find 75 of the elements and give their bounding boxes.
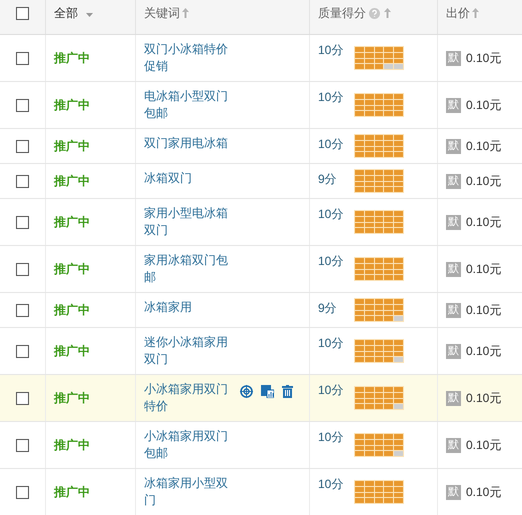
- trash-icon[interactable]: [282, 385, 293, 398]
- keyword-link[interactable]: 家用小型电冰箱双门: [144, 205, 232, 239]
- default-badge: 默: [446, 390, 461, 406]
- status-text: 推广中: [54, 138, 90, 155]
- keyword-link[interactable]: 小冰箱家用双门特价: [144, 381, 232, 415]
- status-text: 推广中: [54, 173, 90, 190]
- status-text: 推广中: [54, 390, 90, 407]
- checkbox[interactable]: [16, 98, 29, 112]
- column-header[interactable]: 关键词: [144, 4, 180, 22]
- default-badge: 默: [446, 98, 461, 112]
- keyword-link[interactable]: 迷你小冰箱家用双门: [144, 334, 232, 368]
- status-text: 推广中: [54, 302, 90, 319]
- keyword-link[interactable]: 双门家用电冰箱: [144, 135, 232, 152]
- default-badge: 默: [446, 344, 461, 358]
- score-text: 10分: [318, 42, 344, 59]
- chart-icon[interactable]: [261, 385, 274, 398]
- score-text: 10分: [318, 335, 344, 352]
- score-text: 10分: [318, 382, 344, 399]
- checkbox[interactable]: [16, 216, 29, 228]
- column-header[interactable]: 全部: [54, 4, 78, 22]
- keyword-link[interactable]: 冰箱双门: [144, 170, 232, 187]
- checkbox[interactable]: [16, 174, 29, 188]
- price-text: 0.10元: [466, 484, 502, 501]
- price-text: 0.10元: [466, 138, 502, 155]
- default-badge: 默: [446, 174, 461, 188]
- score-text: 10分: [318, 89, 344, 106]
- keyword-link[interactable]: 冰箱家用小型双门: [144, 475, 232, 509]
- checkbox[interactable]: [16, 438, 29, 452]
- default-badge: 默: [446, 214, 461, 230]
- status-text: 推广中: [54, 261, 90, 278]
- price-text: 0.10元: [466, 173, 502, 190]
- checkbox[interactable]: [16, 392, 29, 404]
- checkbox[interactable]: [16, 6, 29, 20]
- price-text: 0.10元: [466, 343, 502, 360]
- checkbox[interactable]: [16, 304, 29, 316]
- score-text: 10分: [318, 253, 344, 270]
- status-text: 推广中: [54, 484, 90, 501]
- status-text: 推广中: [54, 343, 90, 360]
- price-text: 0.10元: [466, 437, 502, 454]
- target-icon[interactable]: [240, 385, 253, 398]
- column-header[interactable]: 质量得分: [318, 4, 366, 22]
- default-badge: 默: [446, 484, 461, 500]
- default-badge: 默: [446, 262, 461, 276]
- checkbox[interactable]: [16, 344, 29, 358]
- default-badge: 默: [446, 50, 461, 66]
- score-text: 10分: [318, 206, 344, 223]
- keyword-link[interactable]: 电冰箱小型双门包邮: [144, 88, 232, 122]
- default-badge: 默: [446, 438, 461, 452]
- checkbox[interactable]: [16, 140, 29, 152]
- price-text: 0.10元: [466, 302, 502, 319]
- checkbox[interactable]: [16, 486, 29, 498]
- keyword-link[interactable]: 冰箱家用: [144, 299, 232, 316]
- status-text: 推广中: [54, 97, 90, 114]
- default-badge: 默: [446, 302, 461, 318]
- dropdown-caret-icon[interactable]: [86, 12, 93, 16]
- status-text: 推广中: [54, 437, 90, 454]
- status-text: 推广中: [54, 214, 90, 231]
- price-text: 0.10元: [466, 214, 502, 231]
- score-text: 9分: [318, 300, 338, 317]
- price-text: 0.10元: [466, 390, 502, 407]
- checkbox[interactable]: [16, 52, 29, 64]
- column-header[interactable]: 出价: [446, 4, 470, 22]
- score-text: 9分: [318, 171, 338, 188]
- score-text: 10分: [318, 476, 344, 493]
- default-badge: 默: [446, 138, 461, 154]
- price-text: 0.10元: [466, 50, 502, 67]
- status-text: 推广中: [54, 50, 90, 67]
- score-text: 10分: [318, 136, 344, 153]
- keyword-link[interactable]: 双门小冰箱特价促销: [144, 41, 232, 75]
- checkbox[interactable]: [16, 262, 29, 276]
- score-text: 10分: [318, 429, 344, 446]
- price-text: 0.10元: [466, 97, 502, 114]
- price-text: 0.10元: [466, 261, 502, 278]
- keyword-link[interactable]: 家用冰箱双门包邮: [144, 252, 232, 286]
- keyword-link[interactable]: 小冰箱家用双门包邮: [144, 428, 232, 462]
